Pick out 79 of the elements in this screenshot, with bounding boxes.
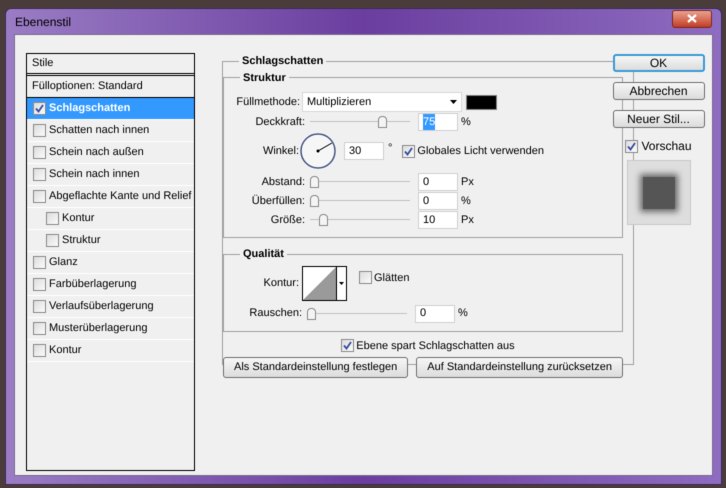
- close-button[interactable]: [672, 10, 712, 28]
- checkbox[interactable]: [33, 168, 46, 181]
- checkbox[interactable]: [341, 339, 354, 352]
- slider[interactable]: [307, 306, 407, 320]
- caret-icon: [339, 282, 344, 284]
- checkbox[interactable]: [33, 146, 46, 159]
- close-icon: [687, 14, 697, 23]
- slider-thumb[interactable]: [307, 308, 316, 320]
- checkbox[interactable]: [33, 124, 46, 137]
- list-item[interactable]: Abgeflachte Kante und Relief: [27, 186, 194, 208]
- checkbox[interactable]: [33, 256, 46, 269]
- slider-thumb[interactable]: [310, 195, 319, 207]
- checkbox[interactable]: [33, 102, 46, 115]
- button[interactable]: Auf Standardeinstellung zurücksetzen: [416, 357, 623, 378]
- checkbox-label: Ebene spart Schlagschatten aus: [356, 338, 515, 354]
- field-label: Größe:: [270, 212, 305, 228]
- slider[interactable]: [310, 175, 410, 189]
- slider-thumb[interactable]: [319, 214, 328, 226]
- slider[interactable]: [310, 213, 410, 227]
- checkbox[interactable]: [33, 344, 46, 357]
- slider[interactable]: [310, 115, 410, 129]
- list-item[interactable]: Schatten nach innen: [27, 120, 194, 142]
- field-label: Füllmethode:: [235, 94, 300, 110]
- input-field[interactable]: 10: [418, 211, 458, 229]
- slider-thumb[interactable]: [310, 176, 319, 188]
- checkbox[interactable]: [359, 271, 372, 284]
- input-field[interactable]: 0: [415, 304, 455, 322]
- unit-label: Px: [461, 212, 474, 228]
- checkbox-label: Globales Licht verwenden: [417, 144, 544, 159]
- checkbox[interactable]: [402, 144, 416, 158]
- button[interactable]: Als Standardeinstellung festlegen: [223, 357, 408, 378]
- checkbox[interactable]: [33, 278, 46, 291]
- checkbox-label: Glätten: [374, 270, 410, 286]
- list-item[interactable]: Glanz: [27, 252, 194, 274]
- checkbox[interactable]: [46, 234, 59, 247]
- button[interactable]: Neuer Stil...: [612, 110, 704, 128]
- list-item[interactable]: Schein nach innen: [27, 164, 194, 186]
- field-label: Winkel:: [262, 144, 299, 159]
- checkbox[interactable]: [46, 212, 59, 225]
- caret-icon: [450, 100, 457, 104]
- input-field[interactable]: 0: [418, 173, 458, 191]
- list-header: Stile: [32, 56, 54, 72]
- list-item[interactable]: Schein nach außen: [27, 142, 194, 164]
- list-item[interactable]: Farbüberlagerung: [27, 274, 194, 296]
- checkbox-label: Vorschau: [641, 138, 692, 155]
- button[interactable]: OK: [612, 54, 704, 72]
- unit-label: %: [461, 194, 471, 209]
- unit-label: Px: [461, 174, 474, 190]
- contour-picker[interactable]: [302, 266, 347, 300]
- unit-label: %: [458, 306, 468, 322]
- checkbox[interactable]: [33, 322, 46, 335]
- field-label: Kontur:: [262, 276, 299, 291]
- group-title: Struktur: [243, 72, 286, 84]
- button[interactable]: Abbrechen: [612, 82, 704, 100]
- list-item[interactable]: Struktur: [27, 230, 194, 252]
- slider[interactable]: [310, 194, 410, 208]
- checkbox[interactable]: [33, 190, 46, 203]
- list-item[interactable]: Kontur: [27, 208, 194, 230]
- checkbox[interactable]: [33, 300, 46, 313]
- window-title: Ebenenstil: [15, 14, 72, 30]
- color-swatch[interactable]: [466, 94, 497, 110]
- field-label: Deckkraft:: [254, 114, 305, 130]
- field-label: Überfüllen:: [250, 194, 305, 209]
- group-title: Qualität: [243, 248, 284, 260]
- dropdown[interactable]: Multiplizieren: [302, 92, 462, 112]
- preview-swatch: [642, 176, 674, 208]
- unit-label: %: [461, 114, 471, 130]
- input-field[interactable]: 0: [418, 192, 458, 210]
- unit-label: °: [388, 141, 392, 156]
- group-title: Schlagschatten: [242, 55, 324, 67]
- list-item[interactable]: Kontur: [27, 340, 194, 362]
- angle-dial[interactable]: [300, 133, 336, 169]
- slider-thumb[interactable]: [378, 116, 388, 128]
- list-item[interactable]: Verlaufsüberlagerung: [27, 296, 194, 318]
- field-label: Abstand:: [260, 174, 305, 190]
- input-field[interactable]: 30: [344, 142, 384, 160]
- checkbox[interactable]: [625, 140, 638, 152]
- list-item[interactable]: Musterüberlagerung: [27, 318, 194, 340]
- field-label: Rauschen:: [248, 306, 302, 322]
